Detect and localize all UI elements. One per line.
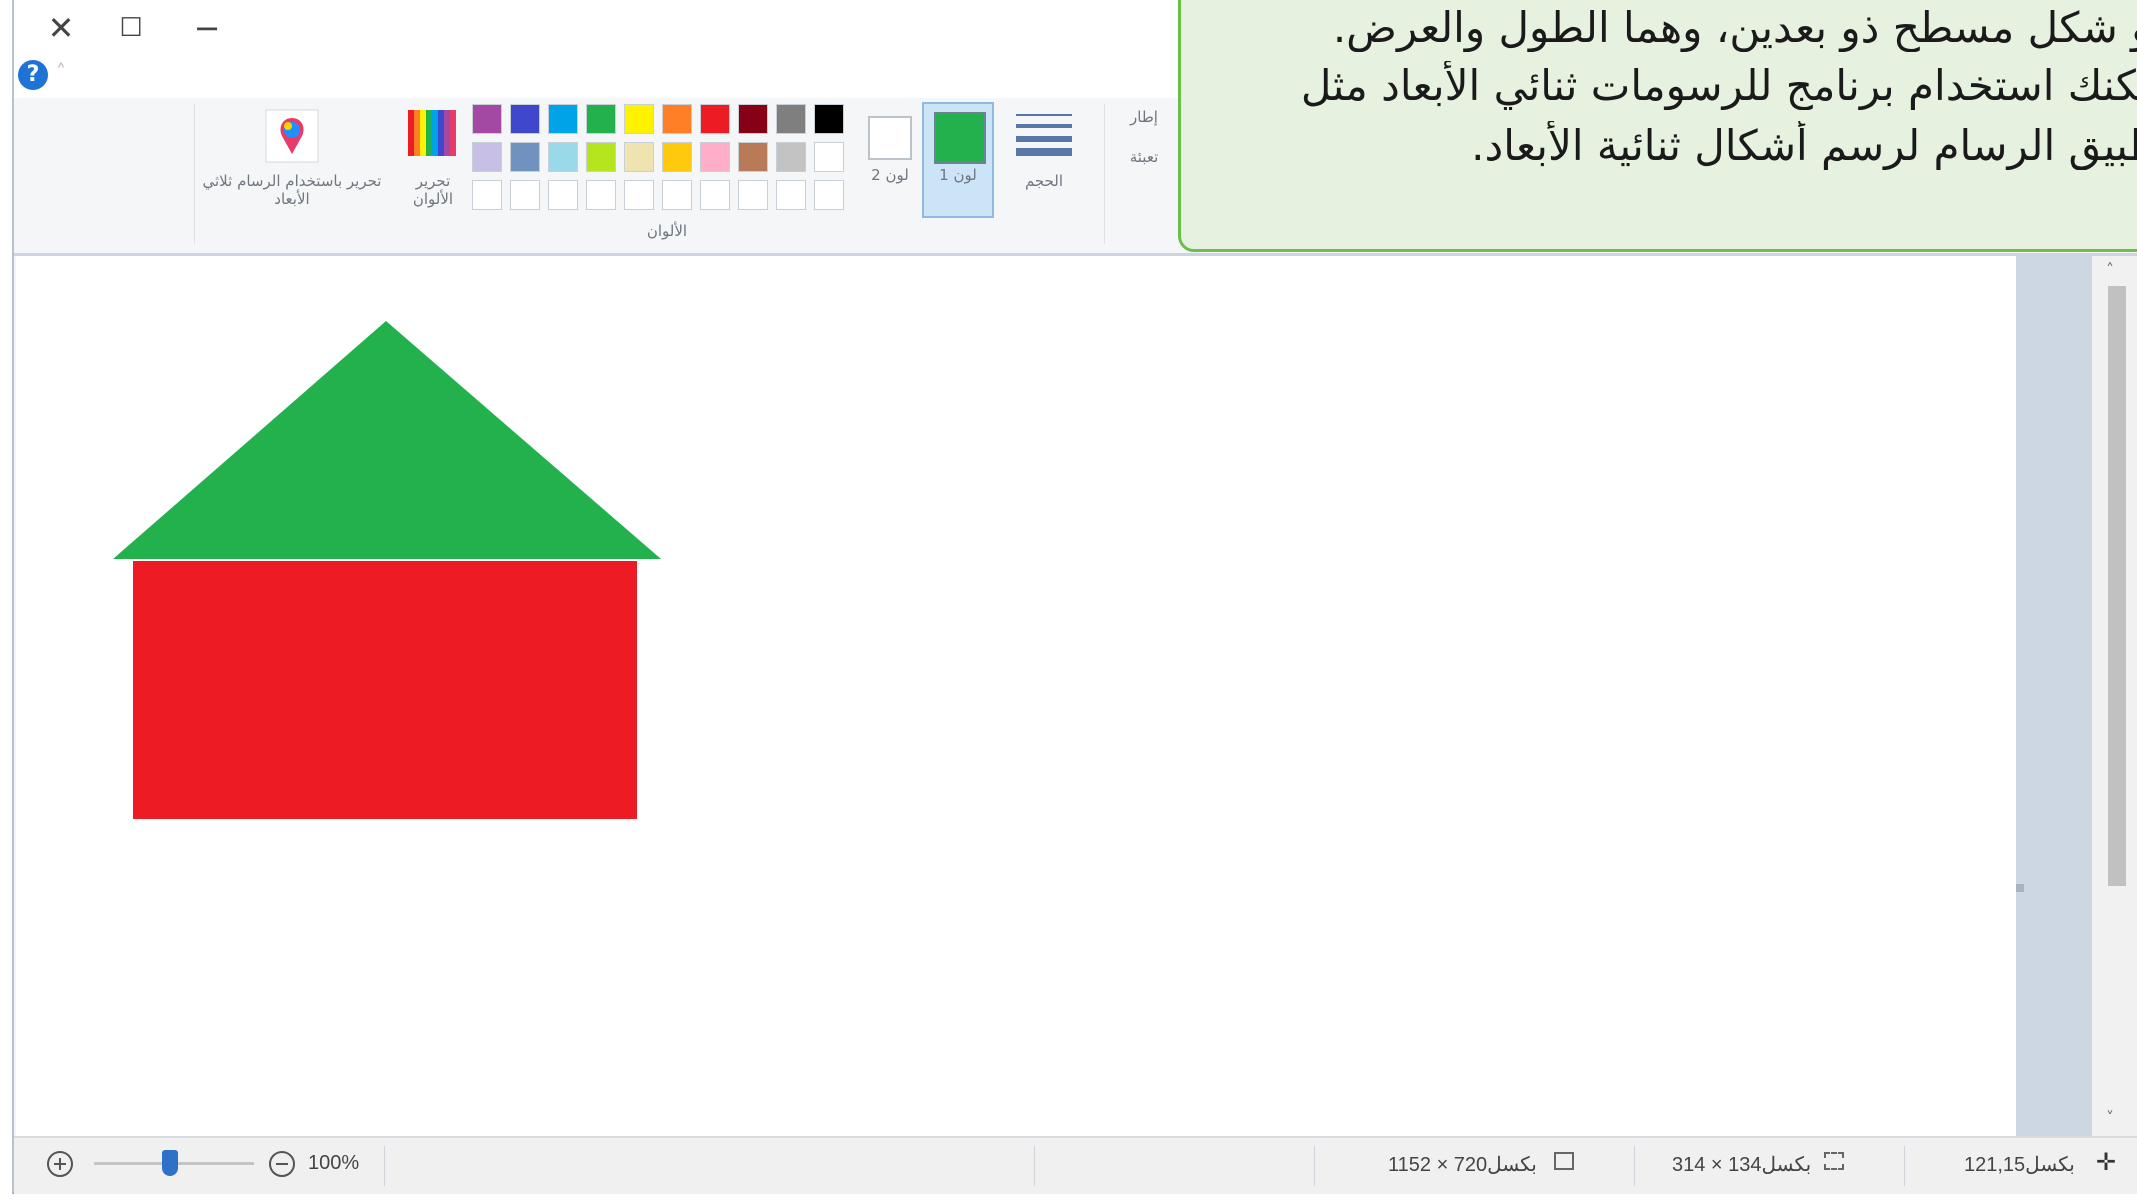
image-size-icon	[1554, 1152, 1574, 1170]
maximize-button[interactable]: ☐	[104, 6, 158, 50]
scrollbar-thumb[interactable]	[2108, 286, 2126, 886]
drawing-canvas[interactable]	[16, 256, 2016, 1136]
status-separator	[1904, 1146, 1905, 1186]
close-button[interactable]: ✕	[34, 6, 88, 50]
zoom-in-icon[interactable]	[46, 1150, 74, 1178]
zoom-slider-thumb[interactable]	[162, 1150, 178, 1176]
palette-swatch[interactable]	[738, 142, 768, 172]
zoom-out-icon[interactable]	[268, 1150, 296, 1178]
status-separator	[1314, 1146, 1315, 1186]
resize-handle[interactable]	[2016, 884, 2024, 892]
paint3d-icon	[265, 109, 319, 163]
palette-swatch[interactable]	[586, 142, 616, 172]
palette-swatch[interactable]	[586, 104, 616, 134]
selection-size-text: 314 × 134بكسل	[1672, 1154, 1812, 1176]
palette-swatch[interactable]	[776, 104, 806, 134]
minimize-button[interactable]: −	[180, 6, 234, 50]
status-separator	[1634, 1146, 1635, 1186]
palette-swatch[interactable]	[472, 180, 502, 210]
selection-size-icon	[1824, 1152, 1844, 1170]
palette-swatch[interactable]	[662, 104, 692, 134]
palette-swatch[interactable]	[548, 104, 578, 134]
paint3d-button[interactable]: تحرير باستخدام الرسام ثلاثي الأبعاد	[202, 104, 382, 222]
paint-window: ✕ ☐ − ? ˄ تحرير باستخدام الرسام ثلاثي ال…	[12, 0, 2137, 1194]
callout-line-1: هو شكل مسطح ذو بعدين، وهما الطول والعرض.	[1332, 3, 2137, 52]
palette-swatch[interactable]	[548, 180, 578, 210]
vertical-scrollbar[interactable]: ˄ ˅	[2092, 256, 2137, 1136]
color2-button[interactable]: لون 2	[862, 104, 918, 222]
collapse-ribbon-icon[interactable]: ˄	[56, 60, 66, 84]
help-icon[interactable]: ?	[18, 60, 48, 90]
cursor-position-text: 121,15بكسل	[1964, 1154, 2075, 1176]
palette-swatch[interactable]	[738, 180, 768, 210]
palette-swatch[interactable]	[510, 104, 540, 134]
palette-swatch[interactable]	[814, 180, 844, 210]
cursor-position-icon: ✛	[2096, 1148, 2117, 1176]
scroll-up-icon[interactable]: ˄	[2106, 260, 2114, 279]
canvas-margin	[2016, 256, 2092, 1136]
zoom-slider[interactable]	[94, 1150, 254, 1176]
palette-swatch[interactable]	[700, 104, 730, 134]
color2-swatch	[868, 116, 912, 160]
palette-swatch[interactable]	[700, 180, 730, 210]
palette-swatch[interactable]	[472, 142, 502, 172]
palette-swatch[interactable]	[510, 180, 540, 210]
status-separator	[384, 1146, 385, 1186]
zoom-level: 100%	[308, 1152, 360, 1174]
scroll-down-icon[interactable]: ˅	[2106, 1108, 2114, 1127]
edit-colors-icon	[408, 110, 456, 156]
palette-swatch[interactable]	[662, 180, 692, 210]
ribbon-separator	[1104, 104, 1105, 244]
edit-colors-button[interactable]: تحرير الألوان	[398, 104, 468, 222]
color1-swatch	[934, 112, 986, 164]
color1-label: لون 1	[939, 166, 977, 184]
ribbon-separator	[194, 104, 195, 244]
line-size-icon	[1016, 114, 1072, 156]
house-body-rectangle	[133, 561, 637, 819]
size-label: الحجم	[1024, 172, 1064, 190]
palette-swatch[interactable]	[624, 180, 654, 210]
palette-swatch[interactable]	[776, 142, 806, 172]
colors-group-label: الألوان	[646, 222, 688, 240]
paint3d-label: تحرير باستخدام الرسام ثلاثي الأبعاد	[202, 172, 382, 208]
palette-swatch[interactable]	[548, 142, 578, 172]
palette-swatch[interactable]	[814, 104, 844, 134]
edit-colors-label: تحرير الألوان	[412, 172, 454, 208]
image-size-text: 1152 × 720بكسل	[1388, 1154, 1537, 1176]
palette-swatch[interactable]	[814, 142, 844, 172]
size-button[interactable]: الحجم	[1004, 104, 1084, 222]
palette-swatch[interactable]	[776, 180, 806, 210]
palette-swatch[interactable]	[510, 142, 540, 172]
palette-swatch[interactable]	[586, 180, 616, 210]
status-bar: 100% 1152 × 720بكسل 314 × 134بكسل 121,15…	[14, 1136, 2137, 1194]
palette-swatch[interactable]	[624, 104, 654, 134]
callout-line-3: تطبيق الرسام لرسم أشكال ثنائية الأبعاد.	[1471, 121, 2137, 170]
color-palette	[472, 104, 862, 222]
palette-swatch[interactable]	[700, 142, 730, 172]
instruction-callout: هو شكل مسطح ذو بعدين، وهما الطول والعرض.…	[1178, 0, 2137, 252]
house-roof-triangle	[113, 321, 661, 559]
palette-swatch[interactable]	[624, 142, 654, 172]
status-separator	[1034, 1146, 1035, 1186]
palette-swatch[interactable]	[472, 104, 502, 134]
color1-button[interactable]: لون 1	[922, 102, 994, 218]
palette-swatch[interactable]	[738, 104, 768, 134]
drawing-surface	[113, 321, 661, 819]
color2-label: لون 2	[871, 166, 909, 184]
palette-swatch[interactable]	[662, 142, 692, 172]
callout-line-2: يمكنك استخدام برنامجٍ للرسومات ثنائي الأ…	[1300, 61, 2137, 110]
